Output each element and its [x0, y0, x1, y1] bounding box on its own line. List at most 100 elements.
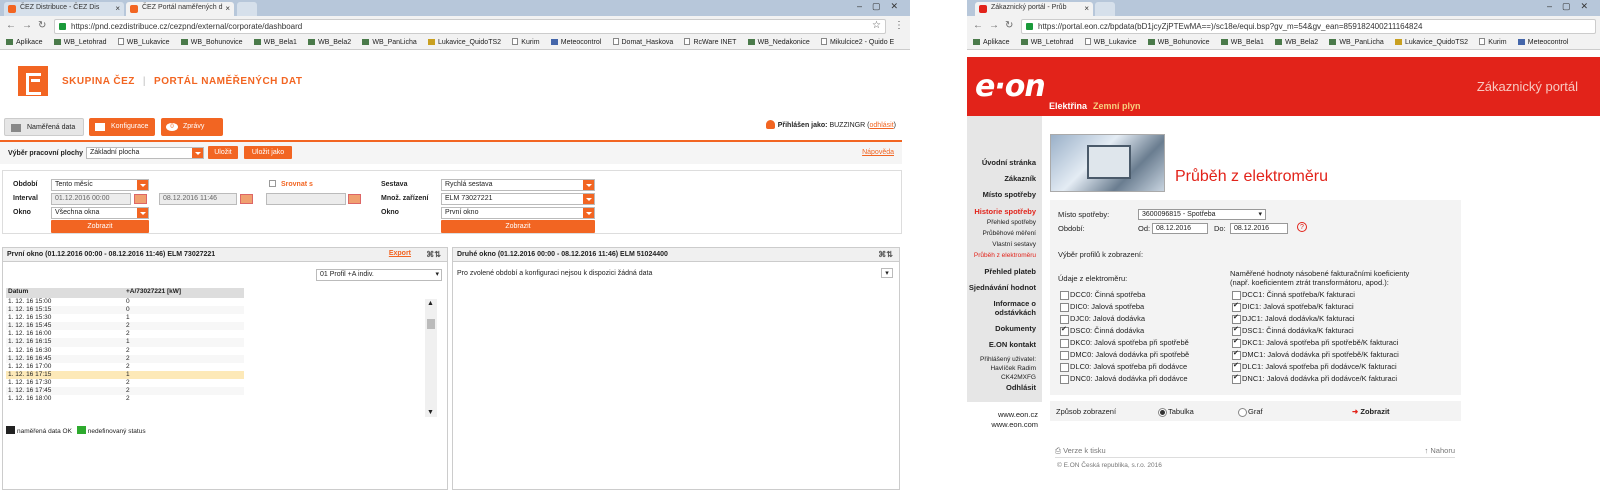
radio-graph[interactable]: Graf — [1238, 407, 1263, 417]
url-input[interactable]: https://portal.eon.cz/bpdata(bD1jcyZjPTE… — [1021, 19, 1596, 34]
checkbox-dmc0[interactable]: DMC0: Jalová dodávka při spotřebě — [1060, 350, 1189, 360]
pane-tools-icon[interactable]: ⌘⇅ — [426, 250, 441, 259]
table-row[interactable]: 1. 12. 16 16:45 2 — [6, 354, 244, 363]
browser-tab-cez-distribuce[interactable]: ČEZ Distribuce - ČEZ Dis × — [4, 2, 124, 16]
compare-input[interactable] — [266, 193, 346, 205]
nav-consumption-place[interactable]: Místo spotřeby — [983, 190, 1036, 199]
tab-measured-data[interactable]: Naměřená data — [4, 118, 84, 136]
window-controls[interactable]: –▢✕ — [1547, 1, 1598, 12]
window-select[interactable]: Všechna okna — [51, 207, 149, 219]
nav-custom-reports[interactable]: Vlastní sestavy — [992, 241, 1036, 248]
window-controls[interactable]: –▢✕ — [857, 1, 908, 12]
checkbox-dnc1[interactable]: DNC1: Jalová dodávka při dodávce/K faktu… — [1232, 373, 1397, 384]
period-select[interactable]: Tento měsíc — [51, 179, 149, 191]
bookmark-apps[interactable]: Aplikace — [6, 36, 42, 49]
bookmark-item[interactable]: Mikulcice2 - Quido E — [821, 36, 894, 49]
nav-payments[interactable]: Přehled plateb — [984, 267, 1036, 276]
help-icon[interactable]: ? — [1297, 222, 1307, 232]
calendar-icon[interactable] — [348, 194, 361, 204]
table-row[interactable]: 1. 12. 16 15:15 0 — [6, 306, 244, 315]
checkbox-dcc1[interactable]: DCC1: Činná spotřeba/K fakturaci — [1232, 290, 1355, 300]
new-tab-button[interactable] — [237, 2, 257, 16]
nav-values[interactable]: Sjednávání hodnot — [969, 283, 1036, 292]
nav-gas[interactable]: Zemní plyn — [1093, 101, 1141, 111]
bookmark-item[interactable]: WB_Letohrad — [1020, 36, 1074, 49]
set-select[interactable]: Rychlá sestava — [441, 179, 595, 191]
pane-tools-icon[interactable]: ⌘⇅ — [878, 250, 893, 259]
interval-from-input[interactable]: 01.12.2016 00:00 — [51, 193, 131, 205]
bookmark-item[interactable]: Meteocontrol — [550, 36, 601, 49]
nav-home[interactable]: Úvodní stránka — [982, 158, 1036, 167]
profile-select[interactable]: 01 Profil +A indiv. ▾ — [316, 269, 442, 281]
eon-logo[interactable]: e·on — [975, 69, 1046, 104]
top-link[interactable]: ↑ Nahoru — [1425, 446, 1455, 455]
bookmark-item[interactable]: WB_Lukavice — [117, 36, 170, 49]
checkbox-djc0[interactable]: DJC0: Jalová dodávka — [1060, 314, 1145, 324]
bookmark-item[interactable]: WB_Bela1 — [1220, 36, 1264, 49]
browser-tab-eon-portal[interactable]: Zákaznický portál - Průb × — [975, 2, 1093, 16]
logout-link[interactable]: Odhlásit — [1006, 383, 1036, 392]
back-icon[interactable]: ← — [6, 20, 16, 31]
table-row[interactable]: 1. 12. 16 16:15 1 — [6, 338, 244, 347]
reload-icon[interactable]: ↻ — [1005, 20, 1013, 31]
checkbox-dsc0[interactable]: DSC0: Činná dodávka — [1060, 325, 1144, 336]
show-button[interactable]: ➜ Zobrazit — [1352, 407, 1390, 416]
save-button[interactable]: Uložit — [208, 146, 238, 159]
checkbox-djc1[interactable]: DJC1: Jalová dodávka/K fakturaci — [1232, 313, 1355, 324]
bookmark-item[interactable]: Kurim — [512, 36, 540, 49]
nav-customer[interactable]: Zákazník — [1004, 174, 1036, 183]
bookmark-item[interactable]: WB_Letohrad — [53, 36, 107, 49]
table-row[interactable]: 1. 12. 16 16:30 2 — [6, 347, 244, 355]
bookmark-item[interactable]: Meteocontrol — [1517, 36, 1568, 49]
nav-consumption-overview[interactable]: Přehled spotřeby — [987, 219, 1036, 226]
bookmark-item[interactable]: Domat_Haskova — [612, 36, 673, 49]
checkbox-dmc1[interactable]: DMC1: Jalová dodávka při spotřebě/K fakt… — [1232, 349, 1399, 360]
radio-table[interactable]: Tabulka — [1158, 407, 1194, 417]
workspace-select[interactable]: Základní plocha — [86, 147, 204, 159]
interval-to-input[interactable]: 08.12.2016 11:46 — [159, 193, 237, 205]
checkbox-dlc1[interactable]: DLC1: Jalová spotřeba při dodávce/K fakt… — [1232, 361, 1397, 372]
tab-configuration[interactable]: Konfigurace — [89, 118, 155, 136]
bookmark-item[interactable]: WB_Bela2 — [1275, 36, 1318, 49]
bookmark-item[interactable]: WB_Bela2 — [308, 36, 351, 49]
bookmark-apps[interactable]: Aplikace — [973, 36, 1009, 49]
nav-documents[interactable]: Dokumenty — [995, 324, 1036, 333]
forward-icon[interactable]: → — [989, 20, 999, 31]
devices-select[interactable]: ELM 73027221 — [441, 193, 595, 205]
logout-link[interactable]: odhlásit — [870, 122, 894, 129]
bookmark-item[interactable]: WB_PanLicha — [362, 36, 417, 49]
checkbox-dic0[interactable]: DIC0: Jalová spotřeba — [1060, 302, 1144, 312]
table-row[interactable]: 1. 12. 16 17:45 2 — [6, 387, 244, 396]
close-icon[interactable]: × — [1084, 4, 1089, 13]
forward-icon[interactable]: → — [22, 20, 32, 31]
nav-interval-metering[interactable]: Průběhové měření — [983, 230, 1036, 237]
checkbox-dlc0[interactable]: DLC0: Jalová spotřeba při dodávce — [1060, 362, 1187, 372]
calendar-icon[interactable] — [134, 194, 147, 204]
browser-tab-cez-portal[interactable]: ČEZ Portál naměřených d × — [126, 2, 234, 16]
checkbox-dnc0[interactable]: DNC0: Jalová dodávka při dodávce — [1060, 374, 1188, 384]
bookmark-item[interactable]: RcWare INET — [684, 36, 736, 49]
table-row[interactable]: 1. 12. 16 17:00 2 — [6, 363, 244, 371]
from-date-input[interactable]: 08.12.2016 — [1152, 223, 1208, 234]
nav-outages-1[interactable]: Informace o — [993, 299, 1036, 308]
table-row-selected[interactable]: 1. 12. 16 17:15 1 — [6, 370, 244, 379]
window2-select[interactable]: První okno — [441, 207, 595, 219]
menu-icon[interactable]: ⋮ — [894, 20, 904, 31]
compare-checkbox[interactable] — [269, 180, 276, 187]
bookmark-item[interactable]: Kurim — [1479, 36, 1507, 49]
tab-messages[interactable]: 0 Zprávy — [161, 118, 223, 136]
scroll-thumb[interactable] — [427, 319, 435, 329]
export-link[interactable]: Export — [389, 250, 411, 257]
close-icon[interactable]: × — [225, 4, 230, 13]
table-row[interactable]: 1. 12. 16 15:30 1 — [6, 314, 244, 322]
nav-meter-profile[interactable]: Průběh z elektroměru — [974, 252, 1036, 259]
link-eon-cz[interactable]: www.eon.cz — [983, 410, 1038, 420]
table-row[interactable]: 1. 12. 16 17:30 2 — [6, 379, 244, 387]
nav-contact[interactable]: E.ON kontakt — [989, 340, 1036, 349]
help-link[interactable]: Nápověda — [862, 149, 894, 156]
new-tab-button[interactable] — [1095, 2, 1115, 16]
calendar-icon[interactable] — [240, 194, 253, 204]
table-row[interactable]: 1. 12. 16 15:45 2 — [6, 322, 244, 331]
bookmark-item[interactable]: WB_PanLicha — [1329, 36, 1384, 49]
close-icon[interactable]: × — [115, 4, 120, 13]
